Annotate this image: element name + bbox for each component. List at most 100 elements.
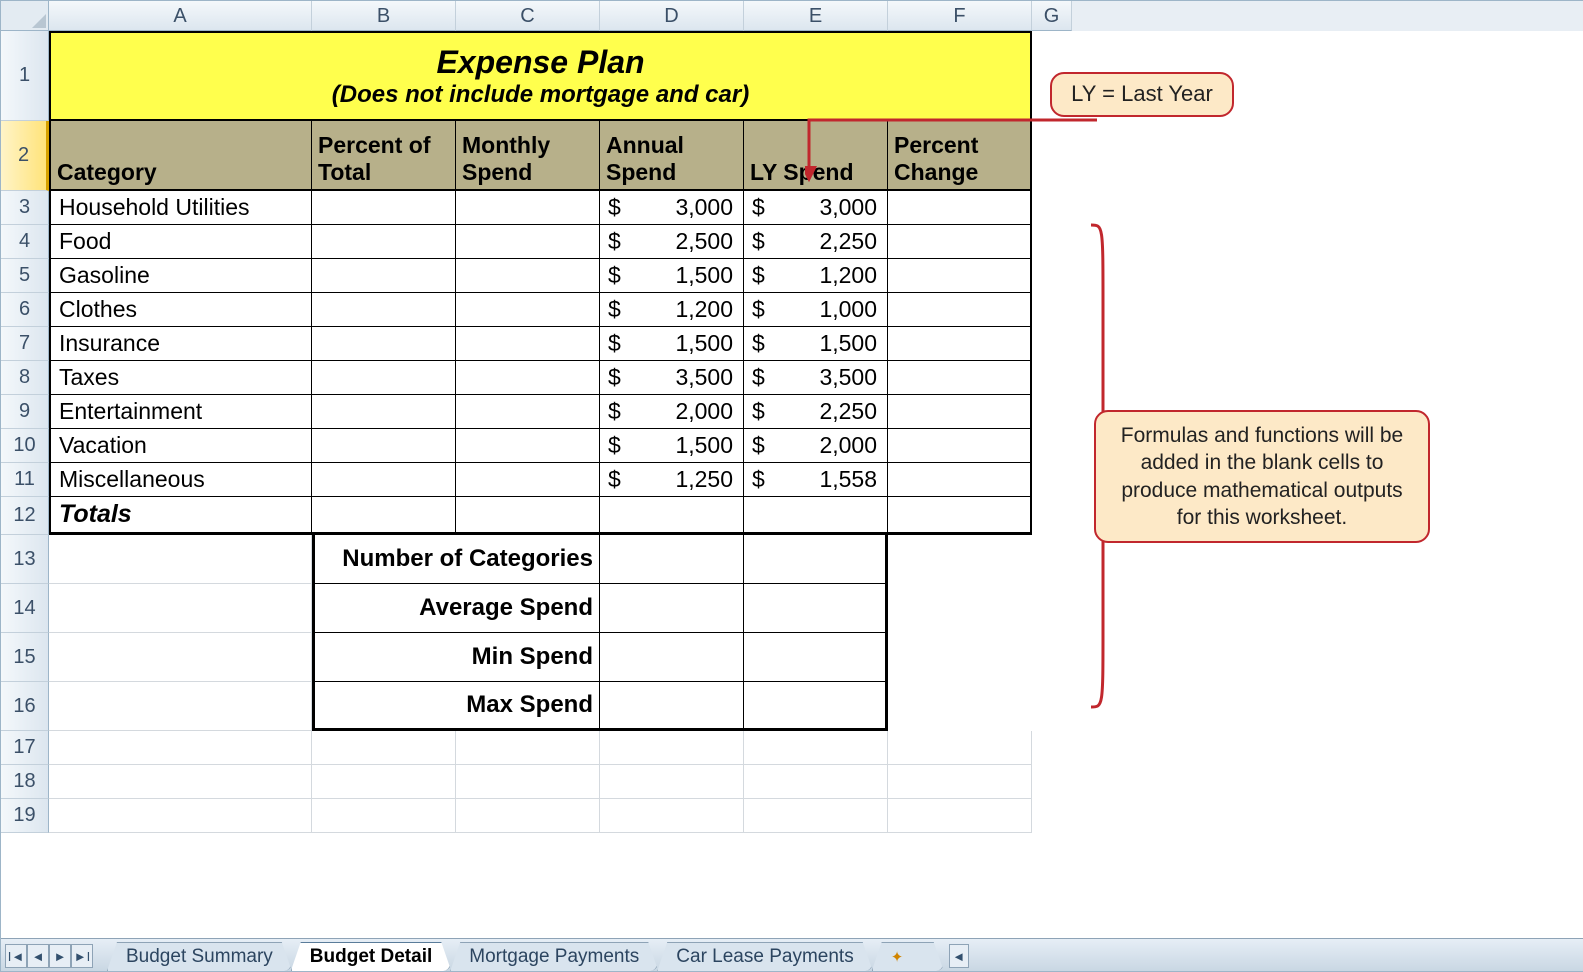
cell-monthly-spend[interactable] — [456, 225, 600, 259]
label-min-spend[interactable]: Min Spend — [312, 633, 600, 682]
cell-min-spend-E[interactable] — [744, 633, 888, 682]
row-header[interactable]: 8 — [1, 361, 49, 395]
row-header[interactable]: 16 — [1, 682, 49, 731]
cell-percent-total[interactable] — [312, 191, 456, 225]
tab-nav-last[interactable]: ►I — [71, 944, 93, 968]
col-header-C[interactable]: C — [456, 1, 600, 31]
tab-car-lease-payments[interactable]: Car Lease Payments — [657, 942, 872, 971]
row-header[interactable]: 1 — [1, 31, 49, 121]
cell-percent-total[interactable] — [312, 259, 456, 293]
cell-monthly-spend[interactable] — [456, 429, 600, 463]
blank-row[interactable] — [49, 765, 1079, 799]
cell-annual-spend[interactable]: $2,000 — [600, 395, 744, 429]
cell-percent-total[interactable] — [312, 429, 456, 463]
cell-percent-total[interactable] — [312, 361, 456, 395]
hdr-ly-spend[interactable]: LY Spend — [744, 121, 888, 191]
totals-E[interactable] — [744, 497, 888, 535]
cell-ly-spend[interactable]: $3,500 — [744, 361, 888, 395]
new-sheet-tab[interactable]: ✦ — [872, 942, 944, 971]
cell-annual-spend[interactable]: $1,500 — [600, 259, 744, 293]
row-header[interactable]: 7 — [1, 327, 49, 361]
cell-percent-change[interactable] — [888, 293, 1032, 327]
cell-percent-change[interactable] — [888, 259, 1032, 293]
cell-annual-spend[interactable]: $1,500 — [600, 327, 744, 361]
hdr-percent-total[interactable]: Percent of Total — [312, 121, 456, 191]
cell-avg-spend-D[interactable] — [600, 584, 744, 633]
hdr-category[interactable]: Category — [49, 121, 312, 191]
col-header-F[interactable]: F — [888, 1, 1032, 31]
cell-category[interactable]: Vacation — [49, 429, 312, 463]
cell-num-categories-E[interactable] — [744, 535, 888, 584]
cell-monthly-spend[interactable] — [456, 463, 600, 497]
cell-monthly-spend[interactable] — [456, 259, 600, 293]
label-avg-spend[interactable]: Average Spend — [312, 584, 600, 633]
cell-category[interactable]: Food — [49, 225, 312, 259]
cell-ly-spend[interactable]: $3,000 — [744, 191, 888, 225]
cell-monthly-spend[interactable] — [456, 293, 600, 327]
cell-percent-total[interactable] — [312, 327, 456, 361]
cell-ly-spend[interactable]: $1,000 — [744, 293, 888, 327]
tab-mortgage-payments[interactable]: Mortgage Payments — [450, 942, 658, 971]
hdr-monthly-spend[interactable]: Monthly Spend — [456, 121, 600, 191]
totals-label[interactable]: Totals — [49, 497, 312, 535]
blank-row[interactable] — [49, 731, 1079, 765]
totals-B[interactable] — [312, 497, 456, 535]
col-header-E[interactable]: E — [744, 1, 888, 31]
row-header[interactable]: 2 — [1, 121, 49, 191]
cell-annual-spend[interactable]: $3,500 — [600, 361, 744, 395]
row-header[interactable]: 19 — [1, 799, 49, 833]
tab-nav-prev[interactable]: ◄ — [27, 944, 49, 968]
cell-max-spend-D[interactable] — [600, 682, 744, 731]
row-header[interactable]: 15 — [1, 633, 49, 682]
cell-percent-change[interactable] — [888, 463, 1032, 497]
cell-percent-change[interactable] — [888, 191, 1032, 225]
col-header-D[interactable]: D — [600, 1, 744, 31]
cell-category[interactable]: Miscellaneous — [49, 463, 312, 497]
cell-monthly-spend[interactable] — [456, 191, 600, 225]
tab-budget-summary[interactable]: Budget Summary — [107, 942, 292, 971]
cell-avg-spend-E[interactable] — [744, 584, 888, 633]
cell-ly-spend[interactable]: $2,250 — [744, 225, 888, 259]
cell-ly-spend[interactable]: $2,000 — [744, 429, 888, 463]
cell-annual-spend[interactable]: $1,250 — [600, 463, 744, 497]
tab-budget-detail[interactable]: Budget Detail — [291, 942, 451, 971]
row-header[interactable]: 17 — [1, 731, 49, 765]
title-merged-cell[interactable]: Expense Plan (Does not include mortgage … — [49, 31, 1032, 121]
cell-category[interactable]: Taxes — [49, 361, 312, 395]
row-header[interactable]: 18 — [1, 765, 49, 799]
cell-category[interactable]: Household Utilities — [49, 191, 312, 225]
tab-nav-first[interactable]: I◄ — [5, 944, 27, 968]
row-header[interactable]: 14 — [1, 584, 49, 633]
cell-percent-total[interactable] — [312, 463, 456, 497]
cell-ly-spend[interactable]: $1,500 — [744, 327, 888, 361]
cell-ly-spend[interactable]: $2,250 — [744, 395, 888, 429]
cell-percent-change[interactable] — [888, 429, 1032, 463]
totals-C[interactable] — [456, 497, 600, 535]
cell-min-spend-D[interactable] — [600, 633, 744, 682]
cell-ly-spend[interactable]: $1,200 — [744, 259, 888, 293]
row-header[interactable]: 12 — [1, 497, 49, 535]
cell-percent-change[interactable] — [888, 395, 1032, 429]
cell-percent-change[interactable] — [888, 225, 1032, 259]
totals-D[interactable] — [600, 497, 744, 535]
cell-annual-spend[interactable]: $1,200 — [600, 293, 744, 327]
cell-annual-spend[interactable]: $3,000 — [600, 191, 744, 225]
tab-nav-next[interactable]: ► — [49, 944, 71, 968]
row-header[interactable]: 13 — [1, 535, 49, 584]
blank-row[interactable] — [49, 799, 1079, 833]
col-header-B[interactable]: B — [312, 1, 456, 31]
row-header[interactable]: 4 — [1, 225, 49, 259]
cell-percent-change[interactable] — [888, 361, 1032, 395]
hdr-percent-change[interactable]: Percent Change — [888, 121, 1032, 191]
row-header[interactable]: 6 — [1, 293, 49, 327]
cell-monthly-spend[interactable] — [456, 395, 600, 429]
label-max-spend[interactable]: Max Spend — [312, 682, 600, 731]
hdr-annual-spend[interactable]: Annual Spend — [600, 121, 744, 191]
cell-annual-spend[interactable]: $1,500 — [600, 429, 744, 463]
cell-max-spend-E[interactable] — [744, 682, 888, 731]
row-header[interactable]: 10 — [1, 429, 49, 463]
cell-monthly-spend[interactable] — [456, 361, 600, 395]
cell-category[interactable]: Entertainment — [49, 395, 312, 429]
cell-annual-spend[interactable]: $2,500 — [600, 225, 744, 259]
cell-category[interactable]: Gasoline — [49, 259, 312, 293]
